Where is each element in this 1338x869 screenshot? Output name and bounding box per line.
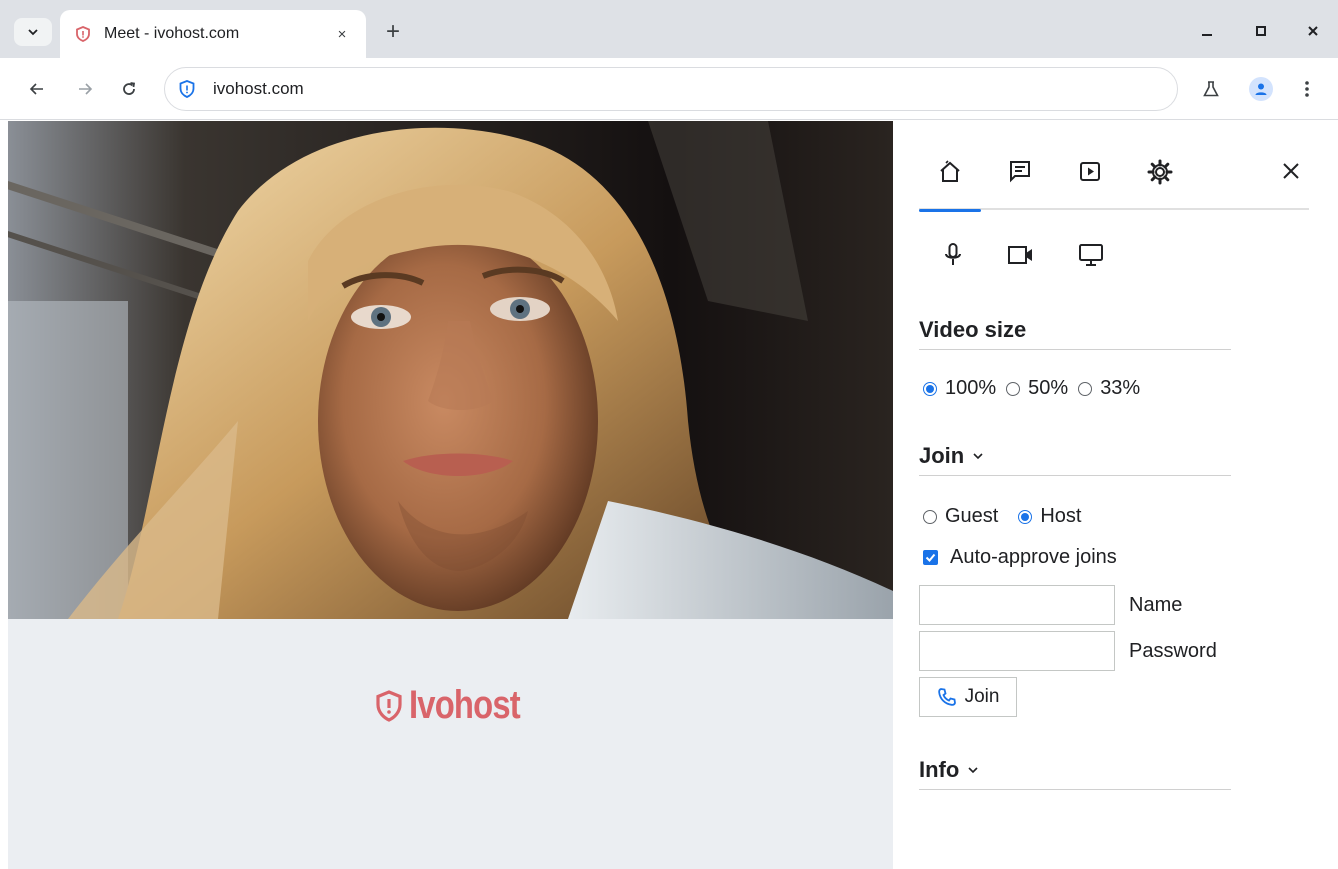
microphone-icon [945,243,961,265]
person-icon [1249,77,1273,101]
participant-video[interactable] [8,121,893,619]
minimize-icon[interactable] [1192,16,1222,46]
video-size-radio-100[interactable] [923,381,937,396]
screen-share-button[interactable] [1075,239,1107,271]
video-size-heading: Video size [919,317,1231,350]
video-frame [8,121,893,619]
panel-tab-bar [919,145,1309,212]
join-role-options: Guest Host [923,505,1091,528]
tab-settings[interactable] [1129,159,1191,209]
join-title: Join [919,443,965,468]
auto-approve-row: Auto-approve joins [923,546,1117,569]
video-size-options: 100% 50% 33% [923,377,1150,400]
maximize-icon[interactable] [1246,16,1276,46]
video-size-label-33: 33% [1100,377,1141,399]
tab-search-button[interactable] [14,18,52,46]
guest-radio[interactable] [923,509,937,524]
brand-logo: Ivohost [375,683,544,728]
password-label: Password [1129,639,1217,662]
chevron-down-icon [973,453,983,460]
shield-icon [376,689,402,722]
info-title: Info [919,757,960,782]
more-menu-icon[interactable] [1292,74,1322,104]
host-radio[interactable] [1018,509,1033,524]
phone-icon [937,688,956,706]
tab-chat[interactable] [989,159,1051,209]
shield-icon [74,25,92,43]
video-size-label-100: 100% [945,377,997,399]
monitor-icon [1079,244,1103,266]
browser-toolbar: ivohost.com [0,58,1338,120]
host-label: Host [1040,505,1082,527]
tab-title: Meet - ivohost.com [104,25,240,42]
video-size-radio-50[interactable] [1006,381,1021,396]
shield-icon [179,80,197,98]
brand-name: Ivohost [409,683,521,727]
name-row: Name [919,585,1182,625]
camera-button[interactable] [1005,239,1037,271]
chat-icon [1010,161,1030,183]
new-tab-button[interactable]: + [380,18,406,46]
profile-avatar[interactable] [1246,74,1276,104]
close-panel-icon[interactable] [1277,157,1305,185]
name-label: Name [1129,593,1183,616]
microphone-button[interactable] [937,239,969,271]
auto-approve-checkbox[interactable] [923,550,938,565]
video-camera-icon [1008,246,1032,264]
browser-tab-active[interactable]: Meet - ivohost.com × [60,10,366,58]
tab-close-icon[interactable]: × [332,24,352,44]
info-section-toggle[interactable]: Info [919,757,1231,790]
home-icon [940,160,960,182]
address-bar[interactable]: ivohost.com [164,67,1178,111]
close-window-icon[interactable] [1298,16,1328,46]
reload-icon[interactable] [114,74,144,104]
labs-flask-icon[interactable] [1196,74,1226,104]
forward-arrow-icon[interactable] [70,74,100,104]
guest-label: Guest [945,505,999,527]
side-panel: Video size 100% 50% 33% Join Guest Host … [893,121,1338,869]
url-text: ivohost.com [213,79,304,98]
back-arrow-icon[interactable] [22,74,52,104]
password-row: Password [919,631,1217,671]
chevron-down-icon [968,767,978,774]
chevron-down-icon [28,29,38,36]
name-input[interactable] [919,585,1115,625]
password-input[interactable] [919,631,1115,671]
gear-icon [1147,159,1173,185]
video-size-label-50: 50% [1028,377,1069,399]
auto-approve-label: Auto-approve joins [950,546,1117,568]
video-stage: Ivohost [8,121,893,869]
tab-home[interactable] [919,159,981,212]
join-button[interactable]: Join [919,677,1017,717]
join-button-label: Join [964,686,1000,707]
page-content: Ivohost Video size 100% 50% 33% Join Gue… [8,121,1338,869]
video-size-radio-33[interactable] [1078,381,1093,396]
join-section-toggle[interactable]: Join [919,443,1231,476]
video-size-title: Video size [919,317,1027,342]
checkmark-icon [925,553,936,562]
play-icon [1080,162,1100,181]
browser-titlebar: Meet - ivohost.com × + [0,0,1338,62]
tab-media[interactable] [1059,159,1121,209]
